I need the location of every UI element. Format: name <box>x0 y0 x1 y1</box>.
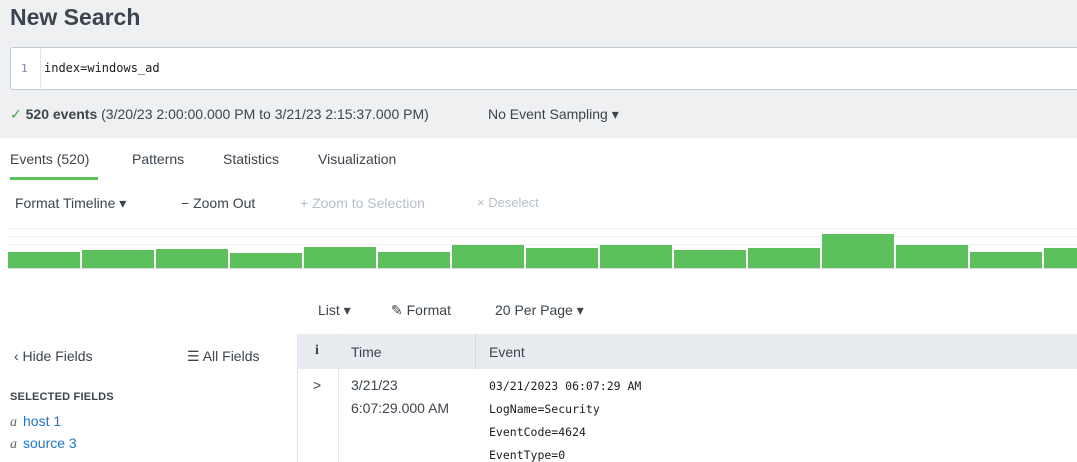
search-status: ✓ 520 events (3/20/23 2:00:00.000 PM to … <box>10 106 429 123</box>
zoom-out-button[interactable]: − Zoom Out <box>181 195 255 211</box>
event-line: 03/21/2023 06:07:29 AM <box>489 379 642 393</box>
timeline-bar[interactable] <box>674 250 746 268</box>
timeline-bar[interactable] <box>8 252 80 268</box>
timeline-bar[interactable] <box>304 247 376 268</box>
field-name: host <box>23 413 50 429</box>
timeline-bar[interactable] <box>452 245 524 268</box>
timeline-bar[interactable] <box>896 245 968 268</box>
gridline <box>8 236 1077 237</box>
field-count: 1 <box>53 413 62 429</box>
timeline-panel: Format Timeline ▾ − Zoom Out + Zoom to S… <box>0 182 1077 334</box>
selected-fields-heading: SELECTED FIELDS <box>10 391 114 403</box>
timeline-bar[interactable] <box>600 245 672 268</box>
list-view-dropdown[interactable]: List ▾ <box>318 302 351 319</box>
event-line: EventType=0 <box>489 448 566 462</box>
results-tabs: Events (520) Patterns Statistics Visuali… <box>0 138 1077 183</box>
check-icon: ✓ <box>10 106 22 122</box>
line-number: 1 <box>21 62 28 75</box>
event-line: EventCode=4624 <box>489 425 586 439</box>
expand-row-icon[interactable]: > <box>313 377 321 393</box>
tab-events[interactable]: Events (520) <box>10 151 89 167</box>
field-name: source <box>23 435 66 451</box>
all-fields-button[interactable]: ☰ All Fields <box>187 348 259 365</box>
timeline-bar[interactable] <box>822 234 894 268</box>
timeline-bar[interactable] <box>748 248 820 268</box>
timeline-bar[interactable] <box>1044 248 1077 268</box>
all-fields-label: All Fields <box>202 348 260 364</box>
deselect-button: × Deselect <box>477 195 539 210</box>
format-button[interactable]: ✎ Format <box>391 302 451 319</box>
event-column-header: Event <box>489 344 525 360</box>
timeline-histogram[interactable] <box>8 228 1077 269</box>
column-divider <box>475 334 476 369</box>
zoom-to-selection-button: + Zoom to Selection <box>300 195 425 211</box>
timeline-baseline <box>8 268 1077 269</box>
format-label: Format <box>406 302 451 318</box>
fields-sidebar: ‹ Hide Fields ☰ All Fields SELECTED FIEL… <box>0 334 298 462</box>
timeline-bar[interactable] <box>156 249 228 268</box>
search-input[interactable]: 1 index=windows_ad <box>10 47 1077 90</box>
event-date: 3/21/23 <box>351 377 398 393</box>
event-line: LogName=Security <box>489 402 600 416</box>
field-host[interactable]: a host 1 <box>10 413 61 431</box>
tab-patterns[interactable]: Patterns <box>132 151 184 167</box>
pencil-icon: ✎ <box>391 302 403 318</box>
time-range: (3/20/23 2:00:00.000 PM to 3/21/23 2:15:… <box>101 106 429 122</box>
column-divider <box>338 334 339 462</box>
event-time: 6:07:29.000 AM <box>351 400 450 416</box>
events-count: 520 events <box>25 106 98 122</box>
field-source[interactable]: a source 3 <box>10 435 77 453</box>
event-sampling-dropdown[interactable]: No Event Sampling ▾ <box>488 106 619 123</box>
line-number-divider <box>40 48 41 89</box>
active-tab-indicator <box>10 177 98 180</box>
events-table: i Time Event > 3/21/23 6:07:29.000 AM 03… <box>298 334 1077 462</box>
tab-statistics[interactable]: Statistics <box>223 151 279 167</box>
info-column-header: i <box>315 343 319 358</box>
list-icon: ☰ <box>187 348 200 364</box>
table-header <box>298 334 1077 369</box>
timeline-bar[interactable] <box>526 248 598 268</box>
timeline-bar[interactable] <box>82 250 154 268</box>
time-column-header[interactable]: Time <box>351 344 382 360</box>
hide-fields-button[interactable]: ‹ Hide Fields <box>14 348 93 364</box>
field-type-icon: a <box>10 415 17 430</box>
per-page-dropdown[interactable]: 20 Per Page ▾ <box>495 302 584 319</box>
format-timeline-dropdown[interactable]: Format Timeline ▾ <box>15 195 126 212</box>
search-query-text[interactable]: index=windows_ad <box>44 61 160 75</box>
field-count: 3 <box>68 435 77 451</box>
page-title: New Search <box>10 4 141 30</box>
timeline-bar[interactable] <box>378 252 450 268</box>
timeline-bar[interactable] <box>970 252 1042 268</box>
timeline-bar[interactable] <box>230 253 302 268</box>
field-type-icon: a <box>10 437 17 452</box>
gridline <box>8 228 1077 229</box>
tab-visualization[interactable]: Visualization <box>318 151 396 167</box>
